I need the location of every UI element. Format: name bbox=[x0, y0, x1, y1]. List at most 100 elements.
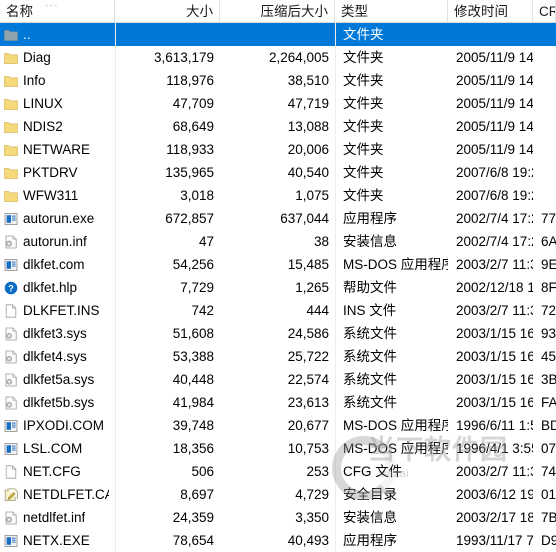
cell-name[interactable]: autorun.exe bbox=[0, 207, 115, 230]
cell-name[interactable]: LINUX bbox=[0, 92, 115, 115]
file-name-label: NETDLFET.CAT bbox=[23, 487, 109, 502]
cell-modified: 2005/11/9 14... bbox=[456, 96, 533, 111]
file-name-label: NETWARE bbox=[23, 142, 90, 157]
cell-crc32 bbox=[533, 69, 556, 92]
cell-crc32 bbox=[533, 23, 556, 46]
file-name-label: .. bbox=[23, 27, 31, 42]
cell-modified: 2007/6/8 19:22 bbox=[456, 165, 533, 180]
table-row[interactable]: dlkfet.com 54,256 15,485 MS-DOS 应用程序 2003/2/… bbox=[0, 253, 556, 276]
table-row[interactable]: netdlfet.inf 24,359 3,350 安装信息 2003/2/17 18.… bbox=[0, 506, 556, 529]
cell-name[interactable]: NETX.EXE bbox=[0, 529, 115, 552]
cell-crc32: 010C1D0F bbox=[541, 487, 556, 502]
cell-crc32: 77C6A7... bbox=[541, 211, 556, 226]
cell-type: 系统文件 bbox=[343, 395, 397, 410]
table-row[interactable]: autorun.exe 672,857 637,044 应用程序 2002/7/4 17… bbox=[0, 207, 556, 230]
cell-name[interactable]: dlkfet5b.sys bbox=[0, 391, 115, 414]
table-row[interactable]: PKTDRV 135,965 40,540 文件夹 2007/6/8 19:22 bbox=[0, 161, 556, 184]
cell-packed-size: 20,006 bbox=[287, 142, 329, 157]
cell-name[interactable]: ? dlkfet.hlp bbox=[0, 276, 115, 299]
file-name-label: dlkfet3.sys bbox=[23, 326, 87, 341]
cell-name[interactable]: NETWARE bbox=[0, 138, 115, 161]
cell-name[interactable]: Info bbox=[0, 69, 115, 92]
column-header-row[interactable]: 名称 大小 压缩后大小 类型 修改时间 CRC32 ••• bbox=[0, 0, 556, 23]
cell-crc32: D95413... bbox=[541, 533, 556, 548]
cell-modified: 2003/2/17 18... bbox=[456, 510, 533, 525]
cell-size: 672,857 bbox=[165, 211, 214, 226]
column-header-packed-size[interactable]: 压缩后大小 bbox=[220, 0, 335, 23]
table-row[interactable]: dlkfet3.sys 51,608 24,586 系统文件 2003/1/15 16.… bbox=[0, 322, 556, 345]
cell-type: 帮助文件 bbox=[343, 280, 397, 295]
table-row[interactable]: WFW311 3,018 1,075 文件夹 2007/6/8 19:22 bbox=[0, 184, 556, 207]
table-row[interactable]: IPXODI.COM 39,748 20,677 MS-DOS 应用程序 1996/6/… bbox=[0, 414, 556, 437]
table-row[interactable]: dlkfet4.sys 53,388 25,722 系统文件 2003/1/15 16.… bbox=[0, 345, 556, 368]
cell-packed-size: 3,350 bbox=[295, 510, 329, 525]
cell-name[interactable]: WFW311 bbox=[0, 184, 115, 207]
table-row[interactable]: Diag 3,613,179 2,264,005 文件夹 2005/11/9 14... bbox=[0, 46, 556, 69]
cell-type: CFG 文件 bbox=[343, 464, 403, 479]
cell-type: 应用程序 bbox=[343, 533, 397, 548]
table-row[interactable]: .. 文件夹 bbox=[0, 23, 556, 46]
table-row[interactable]: LSL.COM 18,356 10,753 MS-DOS 应用程序 1996/4/1 3… bbox=[0, 437, 556, 460]
cell-packed-size: 1,265 bbox=[295, 280, 329, 295]
cell-name[interactable]: NET.CFG bbox=[0, 460, 115, 483]
cell-name[interactable]: NDIS2 bbox=[0, 115, 115, 138]
cell-name[interactable]: Diag bbox=[0, 46, 115, 69]
column-header-modified[interactable]: 修改时间 bbox=[448, 0, 533, 23]
table-row[interactable]: LINUX 47,709 47,719 文件夹 2005/11/9 14... bbox=[0, 92, 556, 115]
cell-crc32: 8F6F6A27 bbox=[541, 280, 556, 295]
table-row[interactable]: NDIS2 68,649 13,088 文件夹 2005/11/9 14... bbox=[0, 115, 556, 138]
column-header-crc32[interactable]: CRC32 bbox=[533, 0, 556, 23]
table-row[interactable]: dlkfet5a.sys 40,448 22,574 系统文件 2003/1/15 16… bbox=[0, 368, 556, 391]
cell-name[interactable]: dlkfet3.sys bbox=[0, 322, 115, 345]
cell-type: 文件夹 bbox=[343, 96, 384, 111]
cell-size: 40,448 bbox=[172, 372, 214, 387]
cell-size: 18,356 bbox=[172, 441, 214, 456]
folder-icon bbox=[4, 189, 18, 203]
cell-name[interactable]: LSL.COM bbox=[0, 437, 115, 460]
cell-packed-size bbox=[220, 23, 335, 46]
table-row[interactable]: NETWARE 118,933 20,006 文件夹 2005/11/9 14... bbox=[0, 138, 556, 161]
cell-size: 51,608 bbox=[172, 326, 214, 341]
cell-type: 安全目录 bbox=[343, 487, 397, 502]
table-row[interactable]: autorun.inf 47 38 安装信息 2002/7/4 17:20 6AEC427… bbox=[0, 230, 556, 253]
table-row[interactable]: ? dlkfet.hlp 7,729 1,265 帮助文件 2002/12/18 1...… bbox=[0, 276, 556, 299]
cell-name[interactable]: dlkfet5a.sys bbox=[0, 368, 115, 391]
cell-packed-size: 38,510 bbox=[287, 73, 329, 88]
cell-size bbox=[115, 23, 220, 46]
table-row[interactable]: NET.CFG 506 253 CFG 文件 2003/2/7 11:34 74B3DC.… bbox=[0, 460, 556, 483]
table-row[interactable]: DLKFET.INS 742 444 INS 文件 2003/2/7 11:34 729C… bbox=[0, 299, 556, 322]
column-header-size[interactable]: 大小 bbox=[115, 0, 220, 23]
table-row[interactable]: Info 118,976 38,510 文件夹 2005/11/9 14... bbox=[0, 69, 556, 92]
cell-name[interactable]: autorun.inf bbox=[0, 230, 115, 253]
system-file-icon bbox=[4, 396, 18, 410]
cell-packed-size: 24,586 bbox=[287, 326, 329, 341]
column-header-type[interactable]: 类型 bbox=[335, 0, 448, 23]
column-header-name[interactable]: 名称 bbox=[0, 0, 115, 23]
table-row[interactable]: NETX.EXE 78,654 40,493 应用程序 1993/11/17 7... D… bbox=[0, 529, 556, 552]
cell-name[interactable]: dlkfet4.sys bbox=[0, 345, 115, 368]
cell-type: MS-DOS 应用程序 bbox=[343, 257, 448, 272]
cell-crc32: 45267610 bbox=[541, 349, 556, 364]
cell-size: 506 bbox=[191, 464, 214, 479]
file-row-container[interactable]: .. 文件夹 Diag 3,613,179 2,264,005 文件夹 2005/11/9 … bbox=[0, 23, 556, 552]
file-name-label: dlkfet.com bbox=[23, 257, 85, 272]
application-icon bbox=[4, 212, 18, 226]
archive-file-list[interactable]: 名称 大小 压缩后大小 类型 修改时间 CRC32 ••• .. 文件夹 Diag 3… bbox=[0, 0, 556, 552]
cell-crc32: FAC8F67D bbox=[541, 395, 556, 410]
cell-name[interactable]: .. bbox=[0, 23, 115, 46]
table-row[interactable]: NETDLFET.CAT 8,697 4,729 安全目录 2003/6/12 19..… bbox=[0, 483, 556, 506]
cell-type: MS-DOS 应用程序 bbox=[343, 441, 448, 456]
cell-name[interactable]: NETDLFET.CAT bbox=[0, 483, 115, 506]
cell-name[interactable]: dlkfet.com bbox=[0, 253, 115, 276]
cell-name[interactable]: netdlfet.inf bbox=[0, 506, 115, 529]
cell-modified: 2002/7/4 17:20 bbox=[456, 211, 533, 226]
cell-name[interactable]: IPXODI.COM bbox=[0, 414, 115, 437]
cell-packed-size: 22,574 bbox=[287, 372, 329, 387]
cell-crc32: 6AEC4275 bbox=[541, 234, 556, 249]
table-row[interactable]: dlkfet5b.sys 41,984 23,613 系统文件 2003/1/15 16… bbox=[0, 391, 556, 414]
cell-name[interactable]: DLKFET.INS bbox=[0, 299, 115, 322]
cell-size: 41,984 bbox=[172, 395, 214, 410]
cell-name[interactable]: PKTDRV bbox=[0, 161, 115, 184]
cell-type: 文件夹 bbox=[343, 50, 384, 65]
cell-size: 742 bbox=[191, 303, 214, 318]
